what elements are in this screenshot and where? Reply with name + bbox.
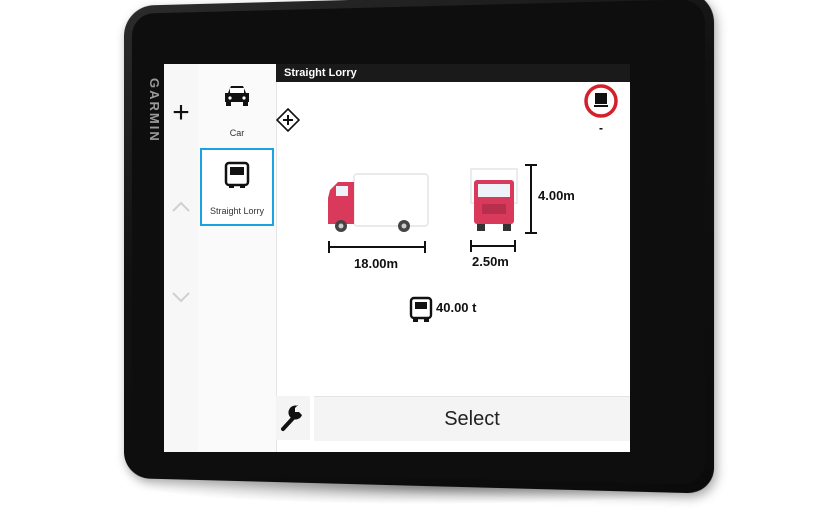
restriction-sign: - bbox=[584, 84, 618, 134]
profile-panel: Straight Lorry - 18.00m 2.50m 4.00m 40.0… bbox=[276, 64, 630, 452]
settings-button[interactable] bbox=[276, 396, 310, 440]
height-dimension-tick bbox=[525, 232, 537, 234]
vehicle-item-straight-lorry[interactable]: Straight Lorry bbox=[200, 148, 274, 226]
truck-front-view-icon bbox=[470, 168, 518, 231]
truck-side-view-icon bbox=[328, 173, 429, 232]
restriction-sign-value: - bbox=[599, 121, 603, 135]
vehicle-list: Car Straight Lorry bbox=[198, 64, 277, 452]
weight-value: 40.00 t bbox=[436, 300, 477, 315]
action-bar: Select bbox=[276, 392, 630, 452]
length-dimension-line bbox=[328, 246, 426, 248]
length-dimension-tick bbox=[328, 241, 330, 253]
length-value: 18.00m bbox=[354, 256, 399, 271]
wrench-icon bbox=[281, 405, 302, 431]
width-dimension-tick bbox=[470, 240, 472, 252]
car-icon bbox=[225, 86, 249, 106]
width-value: 2.50m bbox=[472, 254, 509, 269]
width-dimension-line bbox=[470, 245, 516, 247]
height-dimension-line bbox=[530, 164, 532, 234]
chevron-up-icon[interactable] bbox=[170, 196, 192, 218]
vehicle-label-straight-lorry: Straight Lorry bbox=[209, 206, 265, 216]
vehicle-label-car: Car bbox=[229, 128, 245, 138]
page-title: Straight Lorry bbox=[276, 64, 630, 82]
length-dimension-tick bbox=[424, 241, 426, 253]
no-trucks-sign-icon bbox=[584, 84, 618, 118]
weight-truck-icon bbox=[409, 296, 433, 322]
truck-icon bbox=[224, 161, 250, 188]
add-vehicle-button[interactable]: + bbox=[166, 98, 196, 128]
vehicle-item-car[interactable]: Car bbox=[200, 68, 274, 146]
chevron-down-icon[interactable] bbox=[170, 286, 192, 308]
brand-logo: GARMIN bbox=[147, 78, 162, 143]
height-value: 4.00m bbox=[538, 188, 575, 203]
width-dimension-tick bbox=[514, 240, 516, 252]
add-waypoint-icon[interactable] bbox=[276, 108, 300, 132]
device-screen: + Car Straight Lorry Straight Lorry - 18… bbox=[164, 64, 630, 452]
select-button[interactable]: Select bbox=[314, 396, 630, 441]
height-dimension-tick bbox=[525, 164, 537, 166]
left-rail: + bbox=[164, 64, 199, 452]
